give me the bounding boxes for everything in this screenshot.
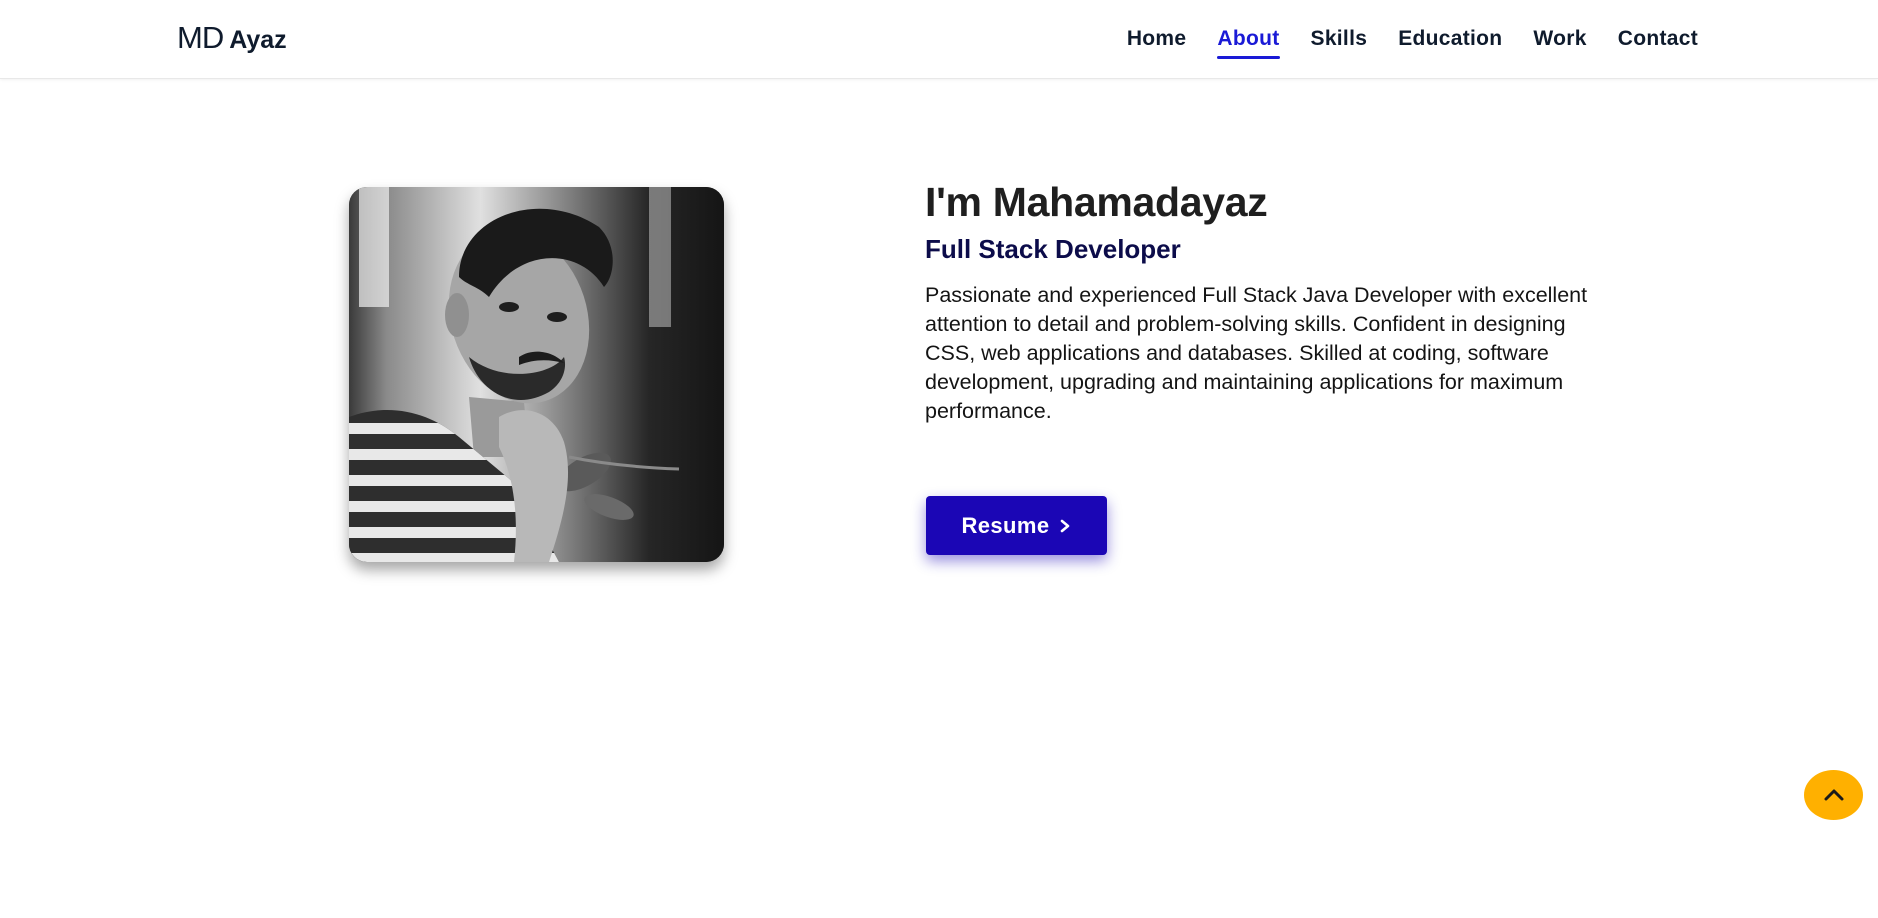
about-heading: I'm Mahamadayaz: [925, 179, 1268, 225]
nav-work[interactable]: Work: [1533, 21, 1586, 57]
nav-home[interactable]: Home: [1127, 21, 1187, 57]
profile-photo: [349, 187, 724, 562]
profile-photo-illustration: [349, 187, 724, 562]
main-nav: Home About Skills Education Work Contact: [1127, 0, 1698, 78]
about-role: Full Stack Developer: [925, 234, 1181, 264]
nav-education[interactable]: Education: [1398, 21, 1502, 57]
about-section: I'm Mahamadayaz Full Stack Developer Pas…: [925, 176, 1605, 426]
chevron-right-icon: [1060, 519, 1069, 532]
nav-about[interactable]: About: [1217, 21, 1280, 59]
resume-button[interactable]: Resume: [926, 496, 1107, 555]
about-bio: Passionate and experienced Full Stack Ja…: [925, 283, 1588, 423]
logo-name: Ayaz: [229, 26, 287, 54]
nav-contact[interactable]: Contact: [1618, 21, 1698, 57]
navbar: MD Ayaz Home About Skills Education Work…: [0, 0, 1878, 79]
scroll-to-top-button[interactable]: [1804, 770, 1863, 820]
chevron-up-icon: [1824, 789, 1843, 801]
site-logo[interactable]: MD Ayaz: [177, 20, 287, 56]
nav-skills[interactable]: Skills: [1311, 21, 1368, 57]
resume-label: Resume: [961, 512, 1050, 538]
logo-prefix: MD: [177, 20, 224, 55]
